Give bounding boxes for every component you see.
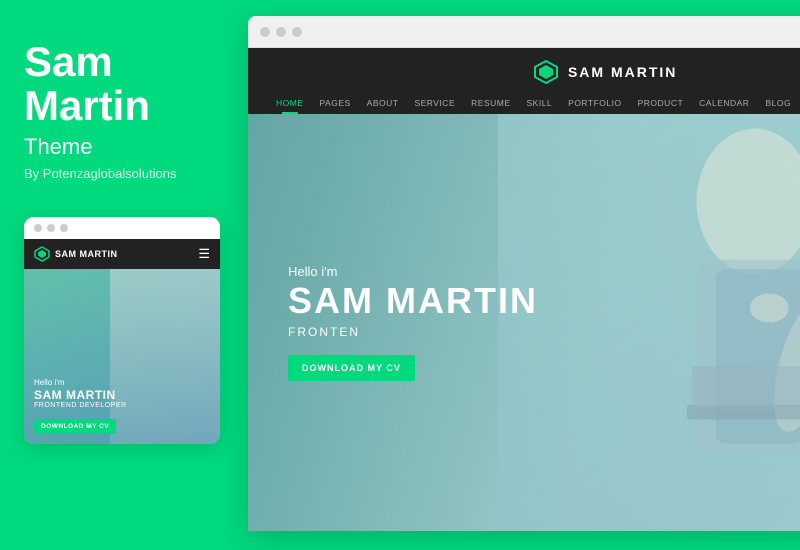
mobile-logo: SAM MARTIN [34, 246, 118, 262]
nav-link-skill[interactable]: SKILL [519, 94, 561, 112]
hero-hello: Hello i'm [288, 264, 538, 279]
nav-link-resume[interactable]: RESUME [463, 94, 518, 112]
desktop-browser: SAM MARTIN HOME PAGES ABOUT SERVICE RESU… [248, 16, 800, 531]
desktop-site-name: SAM MARTIN [568, 64, 677, 80]
nav-link-service[interactable]: SERVICE [406, 94, 463, 112]
theme-label: Theme [24, 134, 224, 160]
nav-link-about[interactable]: ABOUT [359, 94, 407, 112]
mobile-hero-text: Hello i'm SAM MARTIN FRONTEND DEVELOPER … [34, 378, 210, 434]
desktop-logo-icon [534, 60, 558, 84]
mobile-browser-chrome [24, 217, 220, 239]
hamburger-icon[interactable]: ☰ [198, 246, 210, 262]
mobile-dot-3 [60, 224, 68, 232]
mobile-hero-role: FRONTEND DEVELOPER [34, 402, 210, 409]
nav-link-pages[interactable]: PAGES [312, 94, 359, 112]
right-panel: SAM MARTIN HOME PAGES ABOUT SERVICE RESU… [248, 0, 800, 550]
desktop-hero: Hello i'm SAM MARTIN FRONTEN DOWNLOAD MY… [248, 114, 800, 531]
mobile-cv-button[interactable]: DOWNLOAD MY CV [34, 419, 116, 434]
theme-title: Sam Martin Theme By Potenzaglobalsolutio… [24, 40, 224, 217]
mobile-preview-card: SAM MARTIN ☰ Hello i'm SAM MARTIN FRONTE… [24, 217, 220, 444]
mobile-hero: Hello i'm SAM MARTIN FRONTEND DEVELOPER … [24, 269, 220, 444]
nav-link-portfolio[interactable]: PORTFOLIO [560, 94, 629, 112]
hero-cv-button[interactable]: DOWNLOAD MY CV [288, 355, 415, 381]
mobile-navbar: SAM MARTIN ☰ [24, 239, 220, 269]
left-panel: Sam Martin Theme By Potenzaglobalsolutio… [0, 0, 248, 550]
nav-link-product[interactable]: PRODUCT [630, 94, 692, 112]
hero-name: SAM MARTIN [288, 283, 538, 319]
mobile-hello-text: Hello i'm [34, 378, 210, 387]
mobile-site-name: SAM MARTIN [55, 249, 118, 259]
nav-link-home[interactable]: HOME [268, 94, 312, 112]
browser-chrome [248, 16, 800, 48]
mobile-logo-icon [34, 246, 50, 262]
desktop-navbar: SAM MARTIN HOME PAGES ABOUT SERVICE RESU… [248, 48, 800, 114]
mobile-dot-2 [47, 224, 55, 232]
hero-role: FRONTEN [288, 325, 538, 339]
desktop-nav-links: HOME PAGES ABOUT SERVICE RESUME SKILL PO… [268, 94, 800, 114]
hero-content: Hello i'm SAM MARTIN FRONTEN DOWNLOAD MY… [248, 264, 578, 381]
nav-link-blog[interactable]: BLOG [757, 94, 799, 112]
theme-author: By Potenzaglobalsolutions [24, 166, 224, 181]
browser-dot-1 [260, 27, 270, 37]
theme-name: Sam Martin [24, 40, 224, 128]
nav-link-calendar[interactable]: CALENDAR [691, 94, 757, 112]
browser-dot-2 [276, 27, 286, 37]
mobile-dot-1 [34, 224, 42, 232]
nav-brand-area: SAM MARTIN [268, 48, 800, 94]
browser-dot-3 [292, 27, 302, 37]
mobile-hero-name: SAM MARTIN [34, 389, 210, 402]
